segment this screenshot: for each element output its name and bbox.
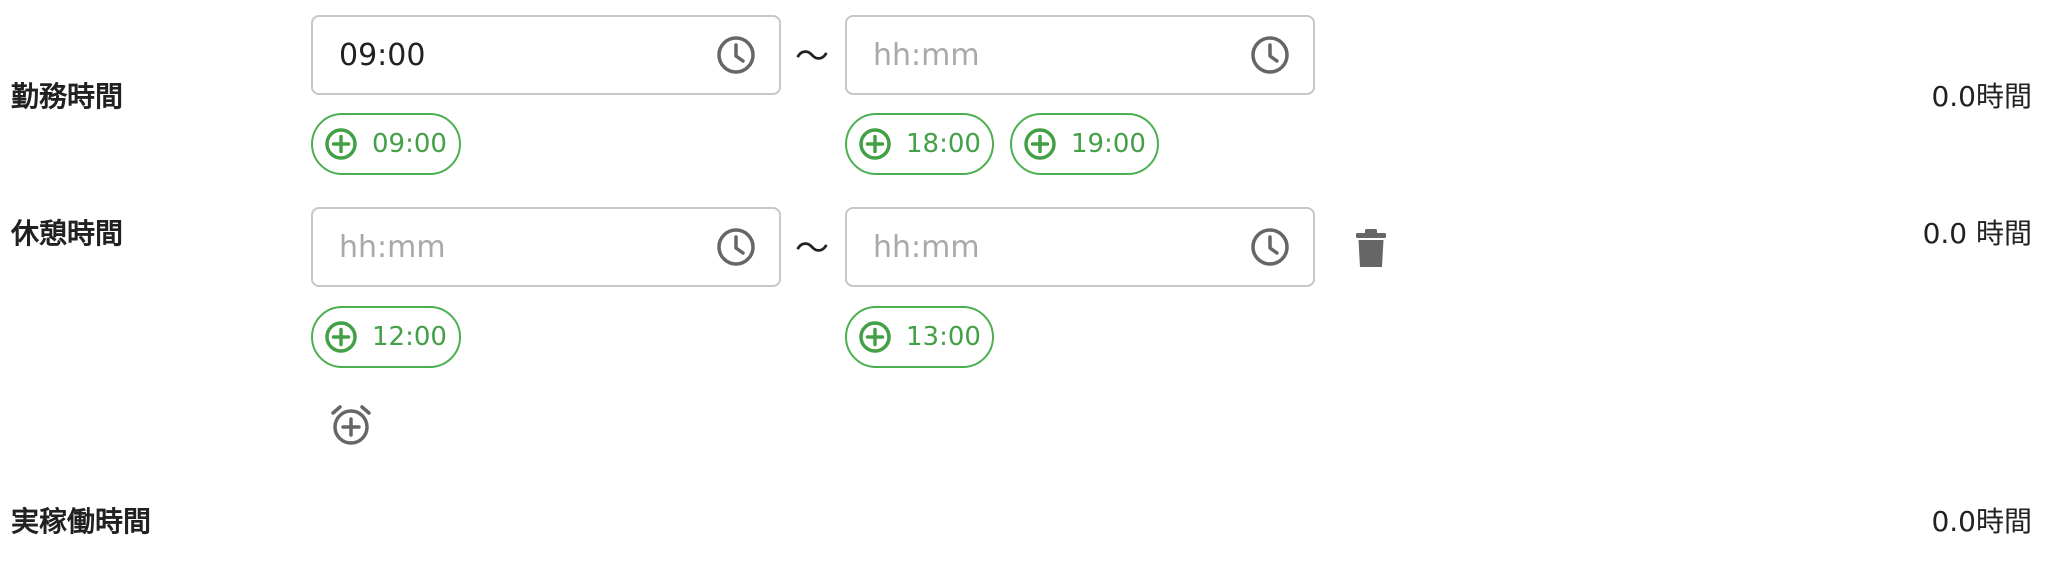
add-circle-icon xyxy=(324,127,358,161)
add-circle-icon xyxy=(858,320,892,354)
work-time-total: 0.0時間 xyxy=(1931,80,2032,113)
break-end-chip-1300[interactable]: 13:00 xyxy=(845,306,994,368)
chip-label: 18:00 xyxy=(906,129,981,159)
work-end-time-field[interactable] xyxy=(845,15,1315,95)
break-end-time-input[interactable] xyxy=(873,209,1243,285)
break-time-label: 休憩時間 xyxy=(11,217,124,250)
work-time-label: 勤務時間 xyxy=(11,80,124,113)
actual-work-time-label: 実稼働時間 xyxy=(11,505,152,538)
break-start-time-field[interactable] xyxy=(311,207,781,287)
break-time-total: 0.0 時間 xyxy=(1922,217,2032,250)
work-end-time-input[interactable] xyxy=(873,17,1243,93)
break-time-separator: 〜 xyxy=(795,229,829,269)
work-end-chip-1800[interactable]: 18:00 xyxy=(845,113,994,175)
clock-icon[interactable] xyxy=(715,34,757,76)
clock-icon[interactable] xyxy=(1249,226,1291,268)
work-time-separator: 〜 xyxy=(795,37,829,77)
work-start-time-input[interactable] xyxy=(339,17,709,93)
chip-label: 09:00 xyxy=(372,129,447,159)
break-start-chip-1200[interactable]: 12:00 xyxy=(311,306,461,368)
clock-icon[interactable] xyxy=(1249,34,1291,76)
work-start-time-field[interactable] xyxy=(311,15,781,95)
actual-work-time-total: 0.0時間 xyxy=(1931,505,2032,538)
chip-label: 13:00 xyxy=(906,322,981,352)
clock-icon[interactable] xyxy=(715,226,757,268)
work-start-chip-0900[interactable]: 09:00 xyxy=(311,113,461,175)
alarm-add-icon[interactable] xyxy=(328,402,374,448)
work-end-chip-1900[interactable]: 19:00 xyxy=(1010,113,1159,175)
add-circle-icon xyxy=(858,127,892,161)
chip-label: 12:00 xyxy=(372,322,447,352)
chip-label: 19:00 xyxy=(1071,129,1146,159)
trash-icon[interactable] xyxy=(1354,227,1388,269)
add-circle-icon xyxy=(324,320,358,354)
break-end-time-field[interactable] xyxy=(845,207,1315,287)
break-start-time-input[interactable] xyxy=(339,209,709,285)
add-circle-icon xyxy=(1023,127,1057,161)
